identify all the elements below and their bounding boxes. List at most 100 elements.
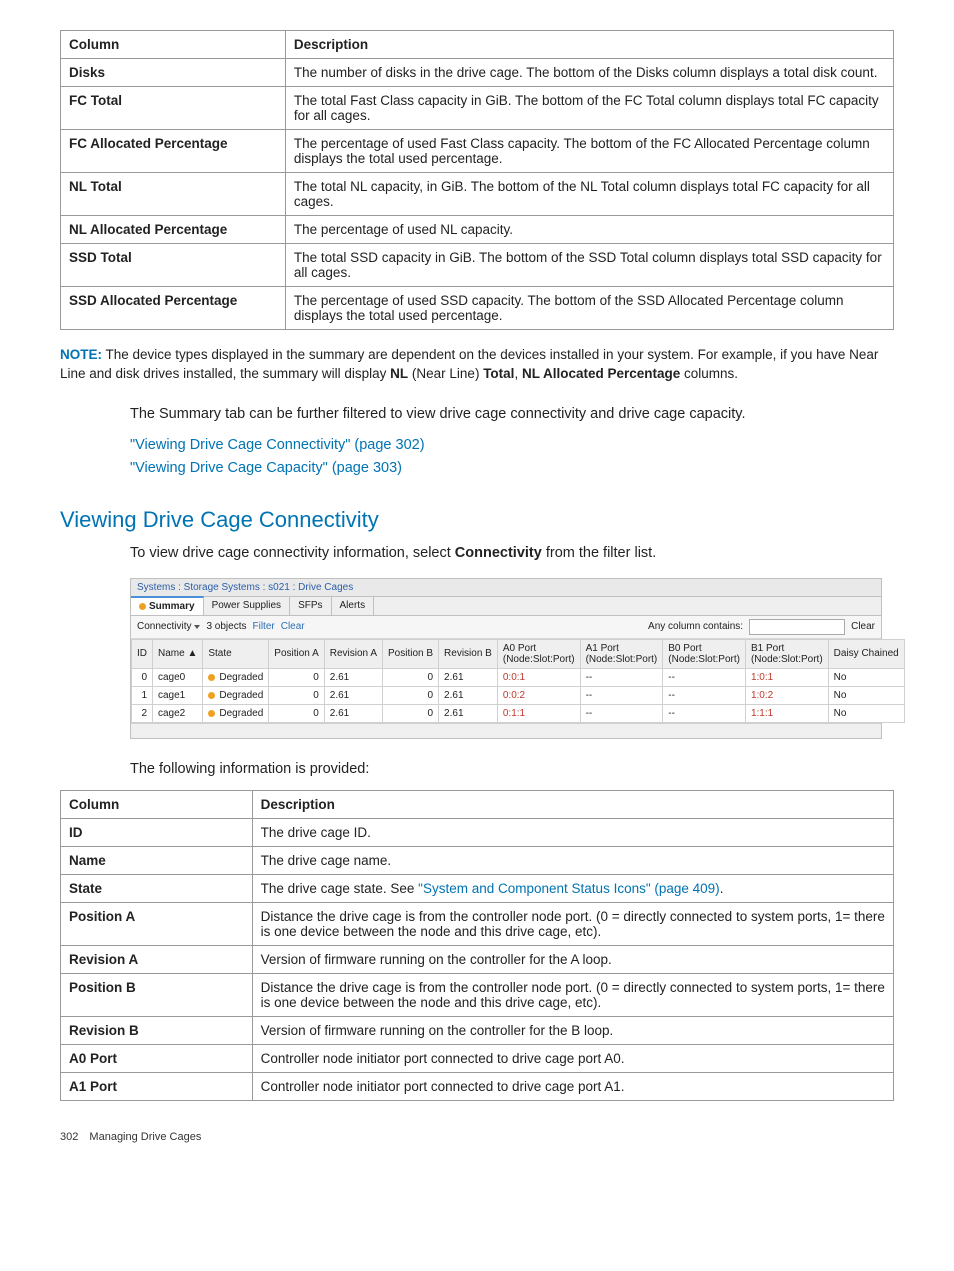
warning-icon — [208, 692, 215, 699]
grid-column-header[interactable]: B0 Port(Node:Slot:Port) — [663, 639, 746, 668]
tab-alerts[interactable]: Alerts — [332, 597, 375, 615]
tab-power-supplies[interactable]: Power Supplies — [204, 597, 290, 615]
table1-header-column: Column — [61, 31, 286, 59]
cell-a0: 0:0:1 — [497, 668, 580, 686]
cell-revA: 2.61 — [324, 704, 382, 722]
link-drive-cage-capacity[interactable]: "Viewing Drive Cage Capacity" (page 303) — [130, 460, 402, 476]
grid-row[interactable]: 2cage2Degraded02.6102.610:1:1----1:1:1No — [132, 704, 905, 722]
filter-link[interactable]: Filter — [253, 621, 275, 632]
cell-b0: -- — [663, 704, 746, 722]
description-cell: Controller node initiator port connected… — [252, 1044, 893, 1072]
column-description-table-2: Column Description IDThe drive cage ID.N… — [60, 790, 894, 1101]
cell-b1: 1:0:1 — [745, 668, 828, 686]
cell-daisy: No — [828, 686, 904, 704]
filter-dropdown[interactable]: Connectivity — [137, 621, 200, 632]
grid-row[interactable]: 1cage1Degraded02.6102.610:0:2----1:0:2No — [132, 686, 905, 704]
description-cell: The percentage of used Fast Class capaci… — [285, 130, 893, 173]
table2-header-column: Column — [61, 790, 253, 818]
section-heading: Viewing Drive Cage Connectivity — [60, 507, 894, 533]
warning-icon — [208, 674, 215, 681]
table-row: Position BDistance the drive cage is fro… — [61, 973, 894, 1016]
grid-row[interactable]: 0cage0Degraded02.6102.610:0:1----1:0:1No — [132, 668, 905, 686]
tab-summary[interactable]: Summary — [131, 596, 204, 615]
table-row: A0 PortController node initiator port co… — [61, 1044, 894, 1072]
cell-revA: 2.61 — [324, 668, 382, 686]
note-text: The device types displayed in the summar… — [60, 347, 878, 381]
grid-column-header[interactable]: ID — [132, 639, 153, 668]
cell-a1: -- — [580, 704, 663, 722]
table-row: NL Allocated PercentageThe percentage of… — [61, 216, 894, 244]
clear-button[interactable]: Clear — [851, 621, 875, 632]
grid-column-header[interactable]: State — [203, 639, 269, 668]
cell-a0: 0:1:1 — [497, 704, 580, 722]
grid-column-header[interactable]: Revision B — [439, 639, 498, 668]
description-cell: Version of firmware running on the contr… — [252, 945, 893, 973]
table-row: Revision BVersion of firmware running on… — [61, 1016, 894, 1044]
column-name-cell: SSD Allocated Percentage — [61, 287, 286, 330]
description-cell: Controller node initiator port connected… — [252, 1072, 893, 1100]
description-cell: The drive cage ID. — [252, 818, 893, 846]
page-footer: 302 Managing Drive Cages — [60, 1131, 894, 1143]
cell-state: Degraded — [203, 668, 269, 686]
cell-name: cage1 — [153, 686, 203, 704]
screenshot-toolbar: Connectivity 3 objects Filter Clear Any … — [131, 616, 881, 639]
column-name-cell: Revision B — [61, 1016, 253, 1044]
cell-b1: 1:0:2 — [745, 686, 828, 704]
grid-column-header[interactable]: Name ▲ — [153, 639, 203, 668]
grid-column-header[interactable]: Revision A — [324, 639, 382, 668]
column-name-cell: NL Allocated Percentage — [61, 216, 286, 244]
column-name-cell: SSD Total — [61, 244, 286, 287]
table2-header-description: Description — [252, 790, 893, 818]
table-row: A1 PortController node initiator port co… — [61, 1072, 894, 1100]
page-number: 302 — [60, 1131, 78, 1143]
cell-revB: 2.61 — [439, 704, 498, 722]
summary-paragraph: The Summary tab can be further filtered … — [130, 404, 894, 425]
column-name-cell: Position B — [61, 973, 253, 1016]
cell-id: 0 — [132, 668, 153, 686]
cell-posB: 0 — [383, 686, 439, 704]
following-info: The following information is provided: — [130, 759, 894, 780]
cell-id: 2 — [132, 704, 153, 722]
grid-column-header[interactable]: A1 Port(Node:Slot:Port) — [580, 639, 663, 668]
description-cell: The percentage of used NL capacity. — [285, 216, 893, 244]
description-cell: The percentage of used SSD capacity. The… — [285, 287, 893, 330]
cell-posA: 0 — [269, 668, 324, 686]
any-column-input[interactable] — [749, 619, 845, 635]
column-name-cell: Disks — [61, 59, 286, 87]
grid-column-header[interactable]: Position A — [269, 639, 324, 668]
horizontal-scrollbar[interactable] — [131, 723, 881, 738]
table-row: DisksThe number of disks in the drive ca… — [61, 59, 894, 87]
objects-count: 3 objects — [206, 621, 246, 632]
clear-filter-link[interactable]: Clear — [281, 621, 305, 632]
table-row: FC Allocated PercentageThe percentage of… — [61, 130, 894, 173]
chevron-down-icon — [194, 625, 200, 629]
cell-revA: 2.61 — [324, 686, 382, 704]
cell-daisy: No — [828, 668, 904, 686]
description-cell: The drive cage state. See "System and Co… — [252, 874, 893, 902]
table-row: SSD TotalThe total SSD capacity in GiB. … — [61, 244, 894, 287]
cell-a0: 0:0:2 — [497, 686, 580, 704]
column-name-cell: State — [61, 874, 253, 902]
column-name-cell: NL Total — [61, 173, 286, 216]
description-cell: The total NL capacity, in GiB. The botto… — [285, 173, 893, 216]
grid-column-header[interactable]: Position B — [383, 639, 439, 668]
column-name-cell: Name — [61, 846, 253, 874]
table-row: IDThe drive cage ID. — [61, 818, 894, 846]
cell-revB: 2.61 — [439, 668, 498, 686]
screenshot-tabs: Summary Power Supplies SFPs Alerts — [131, 597, 881, 616]
link-drive-cage-connectivity[interactable]: "Viewing Drive Cage Connectivity" (page … — [130, 437, 425, 453]
grid-column-header[interactable]: B1 Port(Node:Slot:Port) — [745, 639, 828, 668]
description-cell: The total SSD capacity in GiB. The botto… — [285, 244, 893, 287]
grid-column-header[interactable]: A0 Port(Node:Slot:Port) — [497, 639, 580, 668]
cross-reference-link[interactable]: "System and Component Status Icons" (pag… — [418, 881, 720, 896]
grid-column-header[interactable]: Daisy Chained — [828, 639, 904, 668]
tab-sfps[interactable]: SFPs — [290, 597, 331, 615]
any-column-label: Any column contains: — [648, 621, 743, 632]
note-label: NOTE: — [60, 347, 102, 362]
cell-posA: 0 — [269, 704, 324, 722]
table-row: SSD Allocated PercentageThe percentage o… — [61, 287, 894, 330]
connectivity-screenshot: Systems : Storage Systems : s021 : Drive… — [130, 578, 882, 739]
description-cell: The total Fast Class capacity in GiB. Th… — [285, 87, 893, 130]
column-name-cell: Revision A — [61, 945, 253, 973]
chapter-name: Managing Drive Cages — [89, 1131, 201, 1143]
